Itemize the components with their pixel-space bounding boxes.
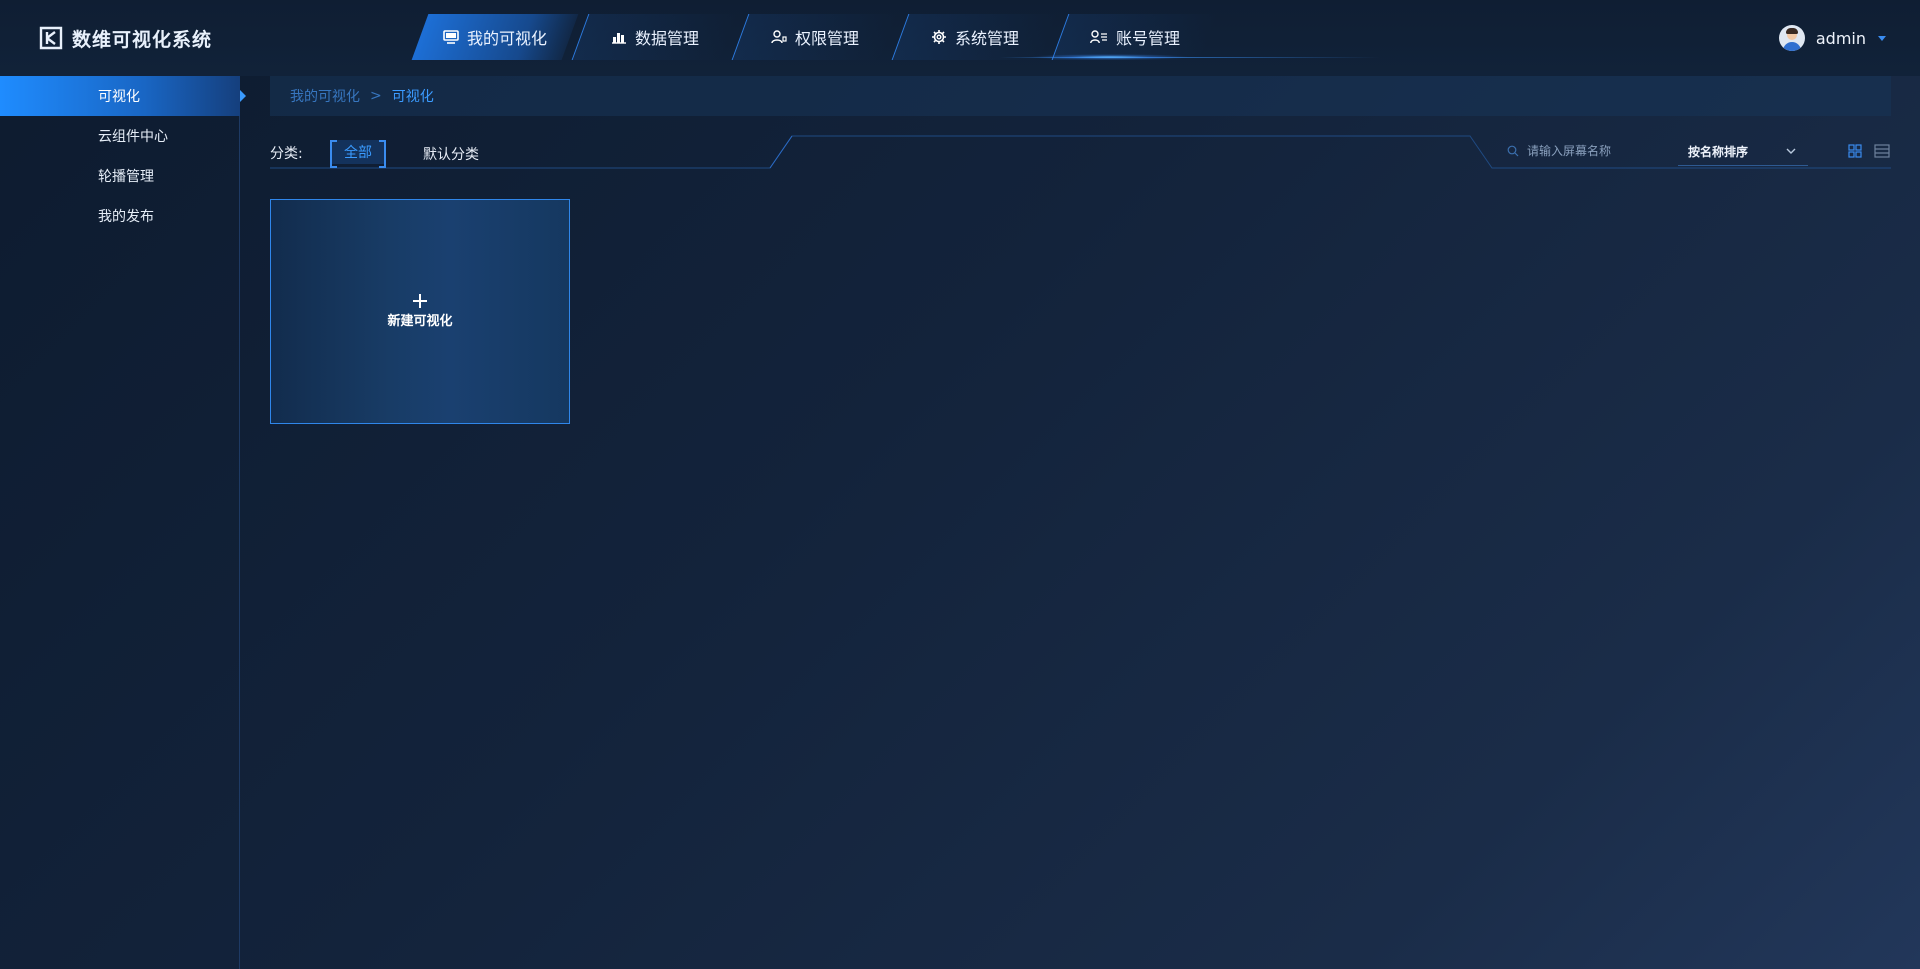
logo-icon <box>39 26 63 50</box>
nav-glow <box>1030 54 1190 60</box>
sidebar-item-label: 可视化 <box>98 89 140 105</box>
username: admin <box>1815 28 1866 48</box>
new-visualization-card[interactable]: 新建可视化 <box>270 199 570 424</box>
new-visualization-label: 新建可视化 <box>387 314 453 329</box>
sort-select[interactable]: 按名称排序 <box>1678 138 1808 166</box>
filter-bar: 分类: 全部 默认分类 按名称排序 <box>270 134 1891 170</box>
sidebar-item-carousel[interactable]: 轮播管理 <box>0 156 240 196</box>
monitor-icon <box>443 30 459 44</box>
app-logo[interactable]: 数维可视化系统 <box>38 24 212 52</box>
tab-label: 权限管理 <box>794 29 859 48</box>
search-icon <box>1507 145 1519 157</box>
tab-my-visualization[interactable]: 我的可视化 <box>411 14 579 60</box>
avatar <box>1778 25 1805 51</box>
sidebar-item-label: 轮播管理 <box>98 169 154 185</box>
breadcrumb-parent[interactable]: 我的可视化 <box>290 86 360 106</box>
category-all-label: 全部 <box>344 145 372 161</box>
caret-down-icon <box>1878 35 1886 41</box>
sidebar-item-label: 我的发布 <box>98 209 154 225</box>
data-chart-icon <box>611 33 626 44</box>
user-permission-icon <box>771 30 787 44</box>
user-menu[interactable]: admin <box>1778 24 1886 52</box>
category-default[interactable]: 默认分类 <box>423 144 479 164</box>
chevron-down-icon <box>1786 148 1796 154</box>
gear-icon <box>931 30 946 44</box>
sidebar: 可视化 云组件中心 轮播管理 我的发布 <box>0 76 246 969</box>
tab-data-management[interactable]: 数据管理 <box>571 14 739 60</box>
tab-system-management[interactable]: 系统管理 <box>891 14 1059 60</box>
user-list-icon <box>1090 30 1107 44</box>
category-all[interactable]: 全部 <box>330 140 386 168</box>
breadcrumb: 我的可视化 > 可视化 <box>270 76 1891 116</box>
grid-view-icon[interactable] <box>1848 144 1862 158</box>
app-title: 数维可视化系统 <box>72 28 213 51</box>
sidebar-item-my-publish[interactable]: 我的发布 <box>0 196 240 236</box>
tab-label: 数据管理 <box>634 29 699 48</box>
category-label: 分类: <box>270 146 303 162</box>
tab-label: 账号管理 <box>1115 29 1180 48</box>
plus-icon <box>413 294 427 308</box>
list-view-icon[interactable] <box>1874 144 1890 158</box>
top-bar: 数维可视化系统 我的可视化 数据管理 权限管理 系统管理 账号管理 admin <box>0 0 1920 76</box>
sidebar-item-visualization[interactable]: 可视化 <box>0 76 240 116</box>
breadcrumb-separator: > <box>370 88 382 104</box>
tab-label: 我的可视化 <box>466 29 547 48</box>
active-indicator-arrow <box>240 90 246 102</box>
tab-permission-management[interactable]: 权限管理 <box>731 14 899 60</box>
search-box <box>1507 138 1677 164</box>
breadcrumb-current: 可视化 <box>391 89 434 105</box>
sidebar-item-label: 云组件中心 <box>98 129 168 145</box>
sidebar-item-cloud-components[interactable]: 云组件中心 <box>0 116 240 156</box>
tab-label: 系统管理 <box>954 29 1019 48</box>
sort-label: 按名称排序 <box>1688 145 1749 159</box>
search-input[interactable] <box>1527 144 1667 158</box>
